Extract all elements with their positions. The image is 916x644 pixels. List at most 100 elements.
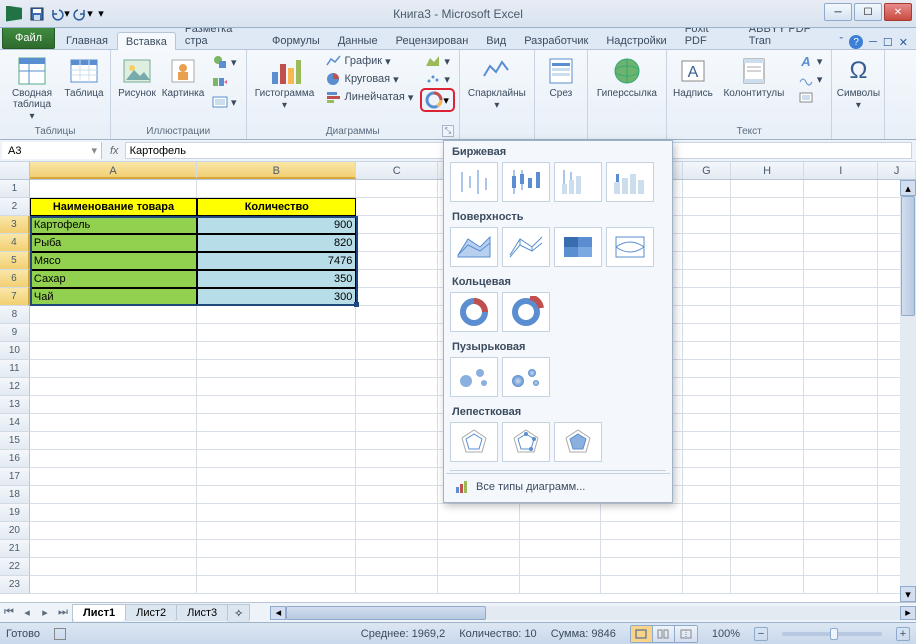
cell[interactable] bbox=[683, 360, 731, 378]
cell[interactable] bbox=[683, 396, 731, 414]
cell[interactable] bbox=[731, 450, 805, 468]
name-box-input[interactable] bbox=[6, 144, 66, 158]
save-button[interactable] bbox=[26, 3, 48, 25]
cell[interactable] bbox=[601, 504, 683, 522]
sheet-tab-3[interactable]: Лист3 bbox=[176, 604, 228, 621]
cell[interactable] bbox=[731, 468, 805, 486]
cell[interactable]: Наименование товара bbox=[30, 198, 197, 216]
pagebreak-view-button[interactable] bbox=[675, 626, 697, 642]
prev-sheet-button[interactable]: ◂ bbox=[18, 604, 36, 622]
cell[interactable] bbox=[197, 540, 356, 558]
row-header[interactable]: 22 bbox=[0, 558, 30, 576]
row-header[interactable]: 18 bbox=[0, 486, 30, 504]
clipart-button[interactable]: Картинка bbox=[161, 52, 205, 100]
cell[interactable] bbox=[731, 234, 805, 252]
cell[interactable] bbox=[804, 396, 878, 414]
cell[interactable] bbox=[601, 540, 683, 558]
cell[interactable] bbox=[30, 576, 197, 594]
column-header-C[interactable]: C bbox=[356, 162, 438, 179]
cell[interactable] bbox=[356, 306, 438, 324]
cell[interactable] bbox=[520, 576, 602, 594]
cell[interactable] bbox=[601, 522, 683, 540]
area-chart-button[interactable]: ▾ bbox=[420, 52, 455, 70]
row-header[interactable]: 13 bbox=[0, 396, 30, 414]
cell[interactable] bbox=[804, 270, 878, 288]
sheet-tab-2[interactable]: Лист2 bbox=[125, 604, 177, 621]
cell[interactable] bbox=[683, 486, 731, 504]
sparklines-button[interactable]: Спарклайны▾ bbox=[464, 52, 530, 112]
shapes-button[interactable]: ▾ bbox=[207, 52, 242, 72]
cell[interactable] bbox=[197, 522, 356, 540]
normal-view-button[interactable] bbox=[631, 626, 653, 642]
line-chart-button[interactable]: График ▾ bbox=[321, 52, 419, 70]
cell[interactable] bbox=[30, 432, 197, 450]
cell[interactable] bbox=[30, 180, 197, 198]
cell[interactable] bbox=[683, 468, 731, 486]
cell[interactable] bbox=[683, 306, 731, 324]
cell[interactable] bbox=[683, 450, 731, 468]
cell[interactable]: 300 bbox=[197, 288, 356, 306]
cell[interactable] bbox=[683, 522, 731, 540]
cell[interactable] bbox=[30, 504, 197, 522]
cell[interactable] bbox=[30, 522, 197, 540]
zoom-slider[interactable] bbox=[782, 632, 882, 636]
row-header[interactable]: 4 bbox=[0, 234, 30, 252]
first-sheet-button[interactable]: ⏮ bbox=[0, 604, 18, 622]
cell[interactable] bbox=[197, 432, 356, 450]
cell[interactable] bbox=[731, 558, 805, 576]
hyperlink-button[interactable]: Гиперссылка bbox=[592, 52, 662, 100]
help-icon[interactable]: ? bbox=[849, 35, 863, 49]
cell[interactable] bbox=[731, 504, 805, 522]
chart-type-option[interactable] bbox=[450, 162, 498, 202]
zoom-thumb[interactable] bbox=[830, 628, 838, 640]
cell[interactable] bbox=[356, 396, 438, 414]
tab-insert[interactable]: Вставка bbox=[117, 32, 176, 50]
row-header[interactable]: 21 bbox=[0, 540, 30, 558]
select-all-corner[interactable] bbox=[0, 162, 30, 179]
cell[interactable] bbox=[804, 324, 878, 342]
picture-button[interactable]: Рисунок bbox=[115, 52, 159, 100]
close-button[interactable]: ✕ bbox=[884, 3, 912, 21]
vscroll-thumb[interactable] bbox=[901, 196, 915, 316]
table-button[interactable]: Таблица bbox=[62, 52, 106, 100]
cell[interactable] bbox=[30, 540, 197, 558]
vertical-scrollbar[interactable]: ▴ ▾ bbox=[900, 180, 916, 602]
row-header[interactable]: 1 bbox=[0, 180, 30, 198]
cell[interactable] bbox=[30, 324, 197, 342]
chart-type-option[interactable] bbox=[450, 292, 498, 332]
cell[interactable]: 820 bbox=[197, 234, 356, 252]
cell[interactable] bbox=[197, 378, 356, 396]
next-sheet-button[interactable]: ▸ bbox=[36, 604, 54, 622]
cell[interactable] bbox=[197, 306, 356, 324]
cell[interactable] bbox=[804, 522, 878, 540]
row-header[interactable]: 20 bbox=[0, 522, 30, 540]
last-sheet-button[interactable]: ⏭ bbox=[54, 604, 72, 622]
column-chart-button[interactable]: Гистограмма▾ bbox=[251, 52, 319, 112]
cell[interactable]: Сахар bbox=[30, 270, 197, 288]
ribbon-minimize-icon[interactable]: ˇ bbox=[839, 36, 843, 48]
cell[interactable] bbox=[197, 486, 356, 504]
chart-type-option[interactable] bbox=[502, 357, 550, 397]
cell[interactable] bbox=[30, 468, 197, 486]
tab-formulas[interactable]: Формулы bbox=[263, 31, 329, 49]
cell[interactable] bbox=[683, 198, 731, 216]
row-header[interactable]: 6 bbox=[0, 270, 30, 288]
chart-type-option[interactable] bbox=[502, 292, 550, 332]
cell[interactable] bbox=[30, 306, 197, 324]
cell[interactable] bbox=[356, 288, 438, 306]
cell[interactable] bbox=[356, 252, 438, 270]
cell[interactable] bbox=[804, 540, 878, 558]
macro-record-icon[interactable] bbox=[54, 628, 66, 640]
charts-dialog-launcher[interactable]: ⤡ bbox=[442, 125, 454, 137]
zoom-in-button[interactable]: + bbox=[896, 627, 910, 641]
cell[interactable] bbox=[197, 342, 356, 360]
scroll-up-arrow[interactable]: ▴ bbox=[900, 180, 916, 196]
tab-home[interactable]: Главная bbox=[57, 31, 117, 49]
cell[interactable] bbox=[731, 216, 805, 234]
cell[interactable] bbox=[197, 558, 356, 576]
row-header[interactable]: 9 bbox=[0, 324, 30, 342]
smartart-button[interactable] bbox=[207, 72, 242, 92]
cell[interactable] bbox=[30, 450, 197, 468]
scroll-left-arrow[interactable]: ◂ bbox=[270, 606, 286, 620]
wordart-button[interactable]: A▾ bbox=[793, 52, 828, 70]
